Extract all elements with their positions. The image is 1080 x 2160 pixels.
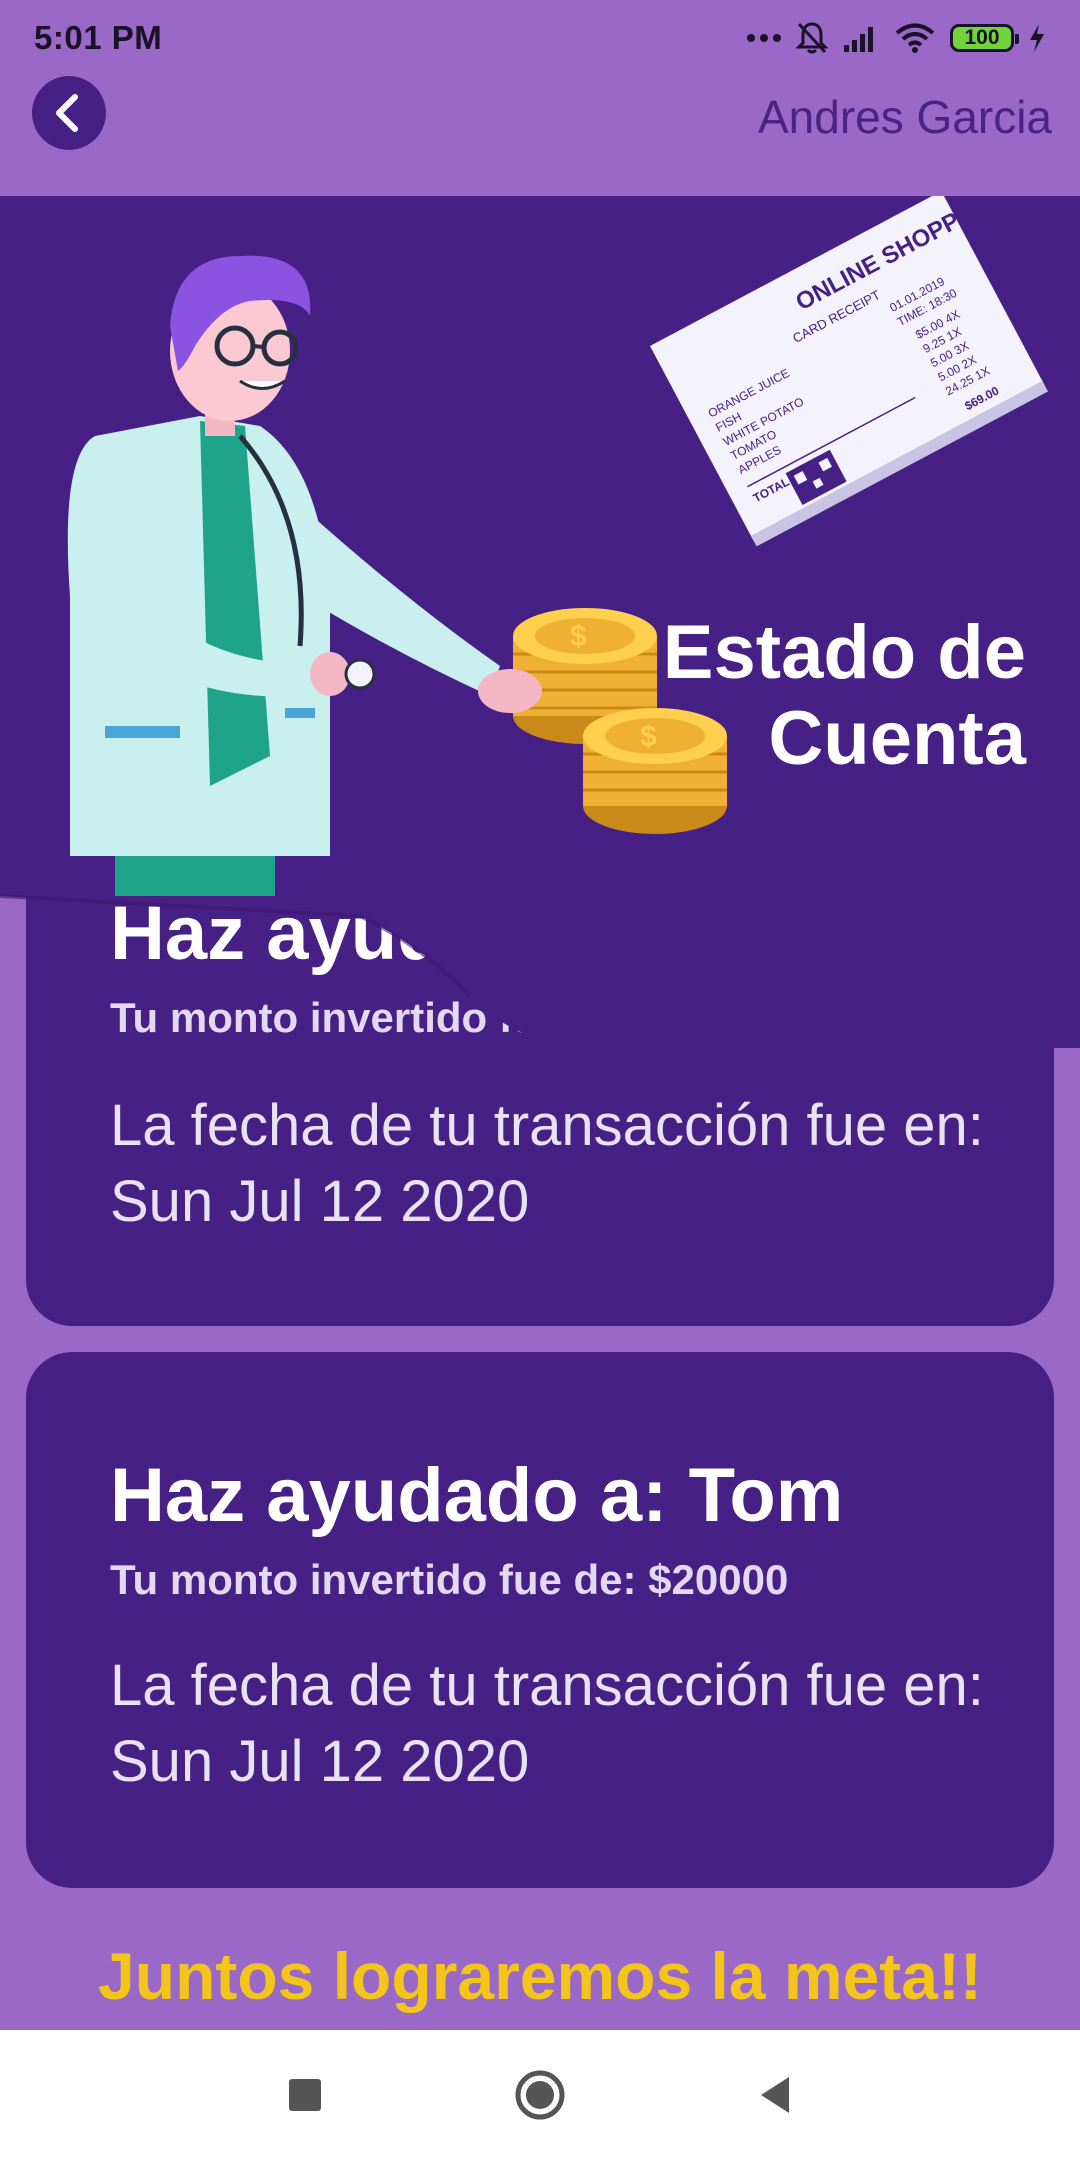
user-name[interactable]: Andres Garcia [758,90,1052,144]
navigation-bar [0,2030,1080,2160]
back-triangle-icon [761,2077,789,2113]
svg-text:$: $ [640,720,657,753]
home-circle-icon [515,2070,565,2120]
more-dots-icon [747,34,781,42]
recents-button[interactable] [275,2065,335,2125]
transaction-title: Haz ayudado a: Tom [110,1453,844,1538]
home-button[interactable] [510,2065,570,2125]
charging-bolt-icon [1030,24,1044,52]
hero-title-line2: Cuenta [768,696,1026,781]
status-time: 5:01 PM [34,19,163,56]
signal-icon [844,27,873,52]
transaction-card: Haz ayudado a: Tom Tu monto invertido fu… [26,1352,1054,1888]
transaction-date: La fecha de tu transacción fue en: Sun J… [110,1653,984,1794]
chevron-left-icon [56,94,78,132]
hero-illustration: ONLINE SHOPPING CARD RECEIPT ORANGE JUIC… [0,187,1080,1048]
app-header: Andres Garcia [0,76,1080,196]
hero-title-line1: Estado de [663,610,1026,695]
back-button[interactable] [32,76,106,150]
hero-banner: ONLINE SHOPPING CARD RECEIPT ORANGE JUIC… [0,187,1080,1048]
footer-slogan: Juntos lograremos la meta!! [98,1939,982,2013]
bell-muted-icon [796,22,828,54]
nav-back-button[interactable] [745,2065,805,2125]
svg-text:$: $ [570,620,587,653]
transaction-date: La fecha de tu transacción fue en: Sun J… [110,1093,984,1234]
recents-square-icon [289,2079,321,2111]
battery-icon: 100 [950,24,1019,52]
transaction-amount: Tu monto invertido fue de: $20000 [110,1556,789,1603]
status-icons: 100 [746,21,1046,55]
wifi-icon [895,23,935,53]
status-bar: 5:01 PM 100 [0,0,1080,76]
